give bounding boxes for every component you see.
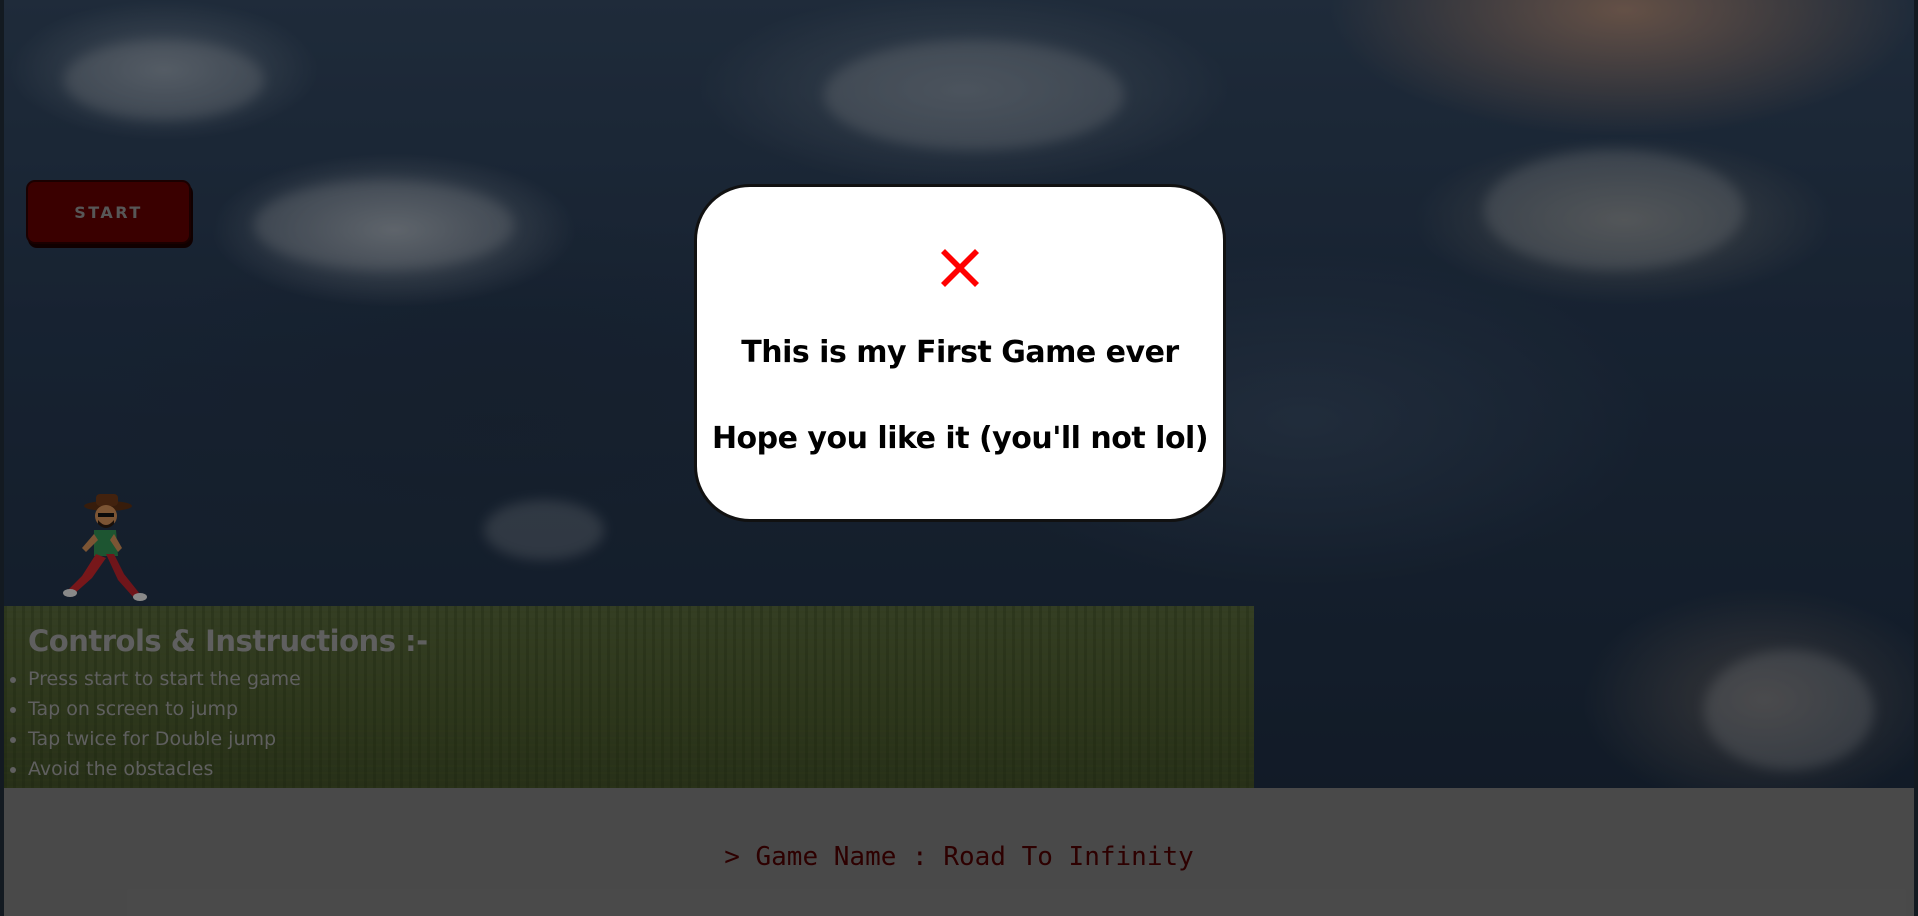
modal-message-line-1: This is my First Game ever bbox=[741, 335, 1179, 370]
welcome-modal: This is my First Game ever Hope you like… bbox=[694, 184, 1226, 522]
game-screen[interactable]: START Controls & Instructions :- Press s… bbox=[0, 0, 1918, 916]
modal-message-line-2: Hope you like it (you'll not lol) bbox=[711, 421, 1209, 456]
close-x-icon[interactable] bbox=[937, 245, 983, 291]
